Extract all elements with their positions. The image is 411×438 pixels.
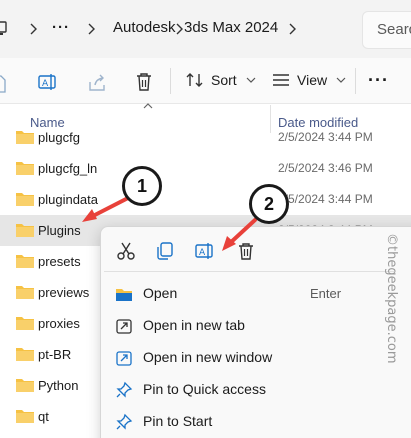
annotation-arrows [82,196,257,251]
callout-badge-2: 2 [249,184,289,224]
callout-badge-1: 1 [122,166,162,206]
